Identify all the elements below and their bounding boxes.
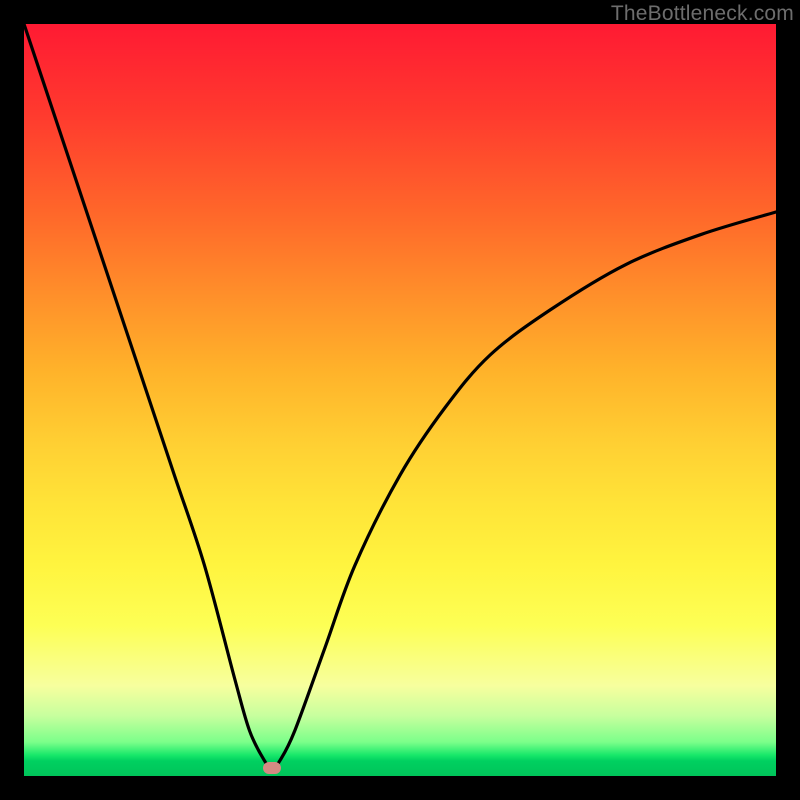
bottleneck-curve-path xyxy=(24,24,776,768)
chart-curve-svg xyxy=(24,24,776,776)
optimal-point-marker xyxy=(263,762,281,774)
chart-frame xyxy=(24,24,776,776)
watermark-text: TheBottleneck.com xyxy=(611,2,794,26)
